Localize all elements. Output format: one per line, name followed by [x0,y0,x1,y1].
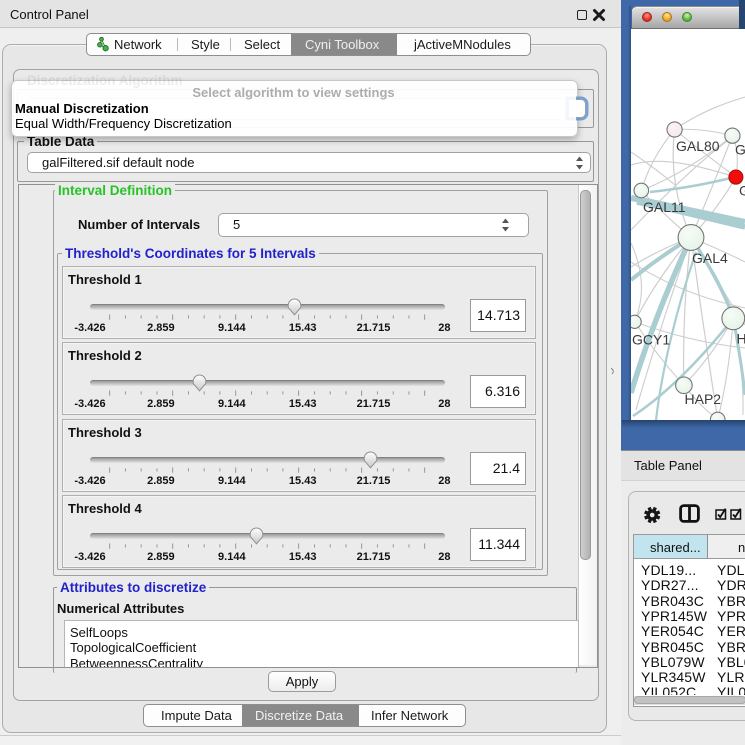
svg-text:G: G [739,183,745,199]
svg-text:GAL80: GAL80 [676,138,720,154]
svg-text:HAP2: HAP2 [685,391,722,407]
svg-text:GCY1: GCY1 [632,332,670,348]
svg-text:GAL4: GAL4 [692,250,728,266]
svg-text:GAL11: GAL11 [643,199,686,215]
svg-text:GA: GA [735,142,745,158]
svg-text:HI: HI [737,331,745,347]
